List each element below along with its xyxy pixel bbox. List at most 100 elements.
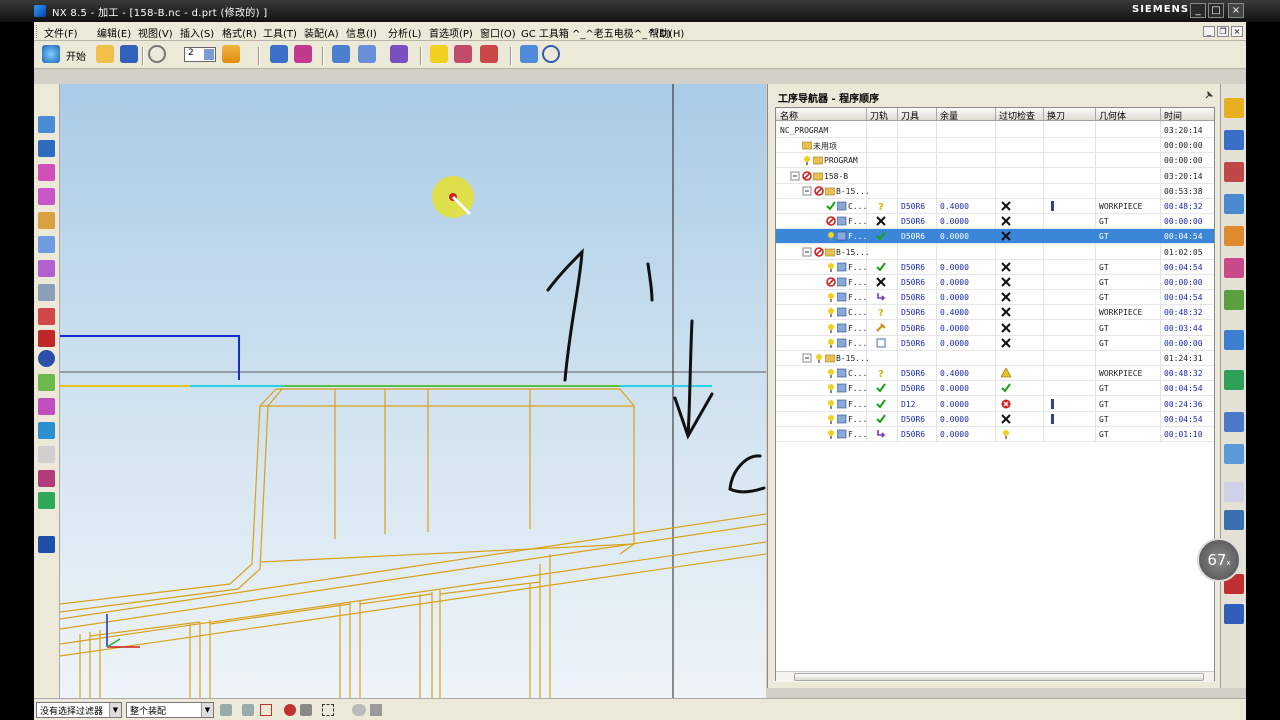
menu-edit[interactable]: 编辑(E) bbox=[97, 25, 131, 40]
column-header-geometry[interactable]: 几何体 bbox=[1099, 109, 1126, 122]
transform-icon[interactable] bbox=[38, 470, 55, 487]
measure-icon[interactable] bbox=[38, 284, 55, 301]
manufacturing-wizards-icon[interactable] bbox=[1224, 482, 1244, 502]
operation-row[interactable]: F... D50R6 0.0000 GT 00:04:54 bbox=[776, 260, 1214, 275]
program-group-row[interactable]: 158-B 03:20:14 bbox=[776, 169, 1214, 184]
open-button[interactable] bbox=[96, 45, 114, 65]
minimize-button[interactable]: _ bbox=[1190, 3, 1206, 18]
cube-icon[interactable] bbox=[38, 116, 55, 133]
operation-row[interactable]: F... D12 0.0000 GT 00:24:36 bbox=[776, 397, 1214, 412]
menu-window[interactable]: 窗口(O) bbox=[480, 25, 516, 40]
part-navigator-icon[interactable] bbox=[1224, 98, 1244, 118]
operation-row[interactable]: F... D50R6 0.0000 GT 00:04:54 bbox=[776, 381, 1214, 397]
layer-settings-button[interactable] bbox=[222, 45, 240, 65]
replay-button[interactable] bbox=[358, 45, 376, 65]
program-group-row[interactable]: PROGRAM 00:00:00 bbox=[776, 153, 1214, 169]
post-process-button[interactable] bbox=[430, 45, 448, 65]
menu-analysis[interactable]: 分析(L) bbox=[388, 25, 421, 40]
operation-navigator-icon[interactable] bbox=[1224, 194, 1244, 214]
history-icon[interactable] bbox=[1224, 370, 1244, 390]
process-studio-icon[interactable] bbox=[1224, 444, 1244, 464]
control-point-icon[interactable] bbox=[284, 704, 296, 716]
plane-icon[interactable] bbox=[38, 446, 55, 463]
operation-row[interactable]: F... D50R6 0.0000 GT 00:01:10 bbox=[776, 427, 1214, 442]
pin-icon[interactable] bbox=[1204, 90, 1214, 100]
wireframe-icon[interactable] bbox=[38, 188, 55, 205]
web-browser-icon[interactable] bbox=[1224, 330, 1244, 350]
assembly-navigator-icon[interactable] bbox=[1224, 130, 1244, 150]
menu-gc-toolbox[interactable]: GC 工具箱 bbox=[521, 25, 569, 40]
scrollbar-thumb[interactable] bbox=[794, 673, 1204, 681]
maximize-button[interactable]: □ bbox=[1208, 3, 1224, 18]
nc-icon[interactable] bbox=[38, 536, 55, 553]
shading-icon[interactable] bbox=[38, 164, 55, 181]
machine-tool-navigator-icon[interactable] bbox=[1224, 226, 1244, 246]
reuse-library-icon[interactable] bbox=[1224, 258, 1244, 278]
output-clsf-button[interactable] bbox=[480, 45, 498, 65]
menu-view[interactable]: 视图(V) bbox=[138, 25, 173, 40]
end-point-icon[interactable] bbox=[242, 704, 254, 716]
feature-navigator-button[interactable] bbox=[520, 45, 538, 65]
work-layer-select[interactable]: 2 bbox=[184, 47, 216, 62]
create-program-button[interactable] bbox=[270, 45, 288, 65]
constraint-navigator-icon[interactable] bbox=[1224, 162, 1244, 182]
program-group-row[interactable]: B-15... 00:53:38 bbox=[776, 184, 1214, 199]
view-triad-icon[interactable] bbox=[352, 704, 366, 716]
program-group-row[interactable]: NC_PROGRAM 03:20:14 bbox=[776, 123, 1214, 138]
menu-info[interactable]: 信息(I) bbox=[346, 25, 377, 40]
mdi-minimize-button[interactable]: _ bbox=[1203, 26, 1215, 37]
operation-row[interactable]: F... D50R6 0.0000 GT 00:03:44 bbox=[776, 321, 1214, 336]
operation-row[interactable]: F... D50R6 0.0000 GT 00:04:54 bbox=[776, 290, 1214, 306]
program-group-row[interactable]: B-15... 01:02:05 bbox=[776, 245, 1214, 260]
program-group-row[interactable]: 未用项 00:00:00 bbox=[776, 138, 1214, 154]
graphics-window[interactable] bbox=[60, 84, 766, 698]
operation-row[interactable]: F... D50R6 0.0000 GT 00:00:00 bbox=[776, 275, 1214, 290]
column-header-tool-change[interactable]: 换刀 bbox=[1047, 109, 1065, 122]
section-icon[interactable] bbox=[38, 330, 55, 347]
save-button[interactable] bbox=[120, 45, 138, 65]
curve-icon[interactable] bbox=[38, 374, 55, 391]
column-header-gouge-check[interactable]: 过切检查 bbox=[999, 109, 1035, 122]
column-header-time[interactable]: 时间 bbox=[1164, 109, 1182, 122]
snap-point-icon[interactable] bbox=[220, 704, 232, 716]
operation-row[interactable]: C...? D50R6 0.4000 WORKPIECE 00:48:32 bbox=[776, 305, 1214, 321]
shop-doc-button[interactable] bbox=[454, 45, 472, 65]
column-header-name[interactable]: 名称 bbox=[780, 109, 798, 122]
program-group-row[interactable]: B-15... 01:24:31 bbox=[776, 351, 1214, 366]
close-button[interactable]: × bbox=[1228, 3, 1244, 18]
cube-display-icon[interactable] bbox=[370, 704, 382, 716]
menu-help[interactable]: 帮助(H) bbox=[649, 25, 684, 40]
create-tool-button[interactable] bbox=[294, 45, 312, 65]
machine-icon[interactable] bbox=[38, 492, 55, 509]
generate-toolpath-button[interactable] bbox=[332, 45, 350, 65]
mid-point-icon[interactable] bbox=[260, 704, 272, 716]
start-button[interactable] bbox=[42, 45, 60, 65]
operation-row[interactable]: F... D50R6 0.0000 GT 00:00:00 bbox=[776, 214, 1214, 230]
trim-icon[interactable] bbox=[38, 398, 55, 415]
operation-row[interactable]: C...? D50R6 0.4000 WORKPIECE 00:48:32 bbox=[776, 366, 1214, 382]
surface-icon[interactable] bbox=[38, 260, 55, 277]
menu-file[interactable]: 文件(F) bbox=[44, 25, 78, 40]
verify-button[interactable] bbox=[390, 45, 408, 65]
extrude-icon[interactable] bbox=[38, 236, 55, 253]
operation-row[interactable]: F... D50R6 0.0000 GT 00:04:54 bbox=[776, 412, 1214, 427]
mdi-close-button[interactable]: × bbox=[1231, 26, 1243, 37]
mdi-restore-button[interactable]: ❐ bbox=[1217, 26, 1229, 37]
type-filter-select[interactable]: 没有选择过滤器 ▼ bbox=[36, 702, 122, 718]
menu-format[interactable]: 格式(R) bbox=[222, 25, 257, 40]
redo-button[interactable] bbox=[148, 45, 166, 65]
hd3d-tools-icon[interactable] bbox=[1224, 290, 1244, 310]
system-materials-icon[interactable] bbox=[1224, 412, 1244, 432]
operation-row[interactable]: F... D50R6 0.0000 GT 00:04:54 bbox=[776, 229, 1214, 245]
menu-tools[interactable]: 工具(T) bbox=[263, 25, 297, 40]
intersection-icon[interactable] bbox=[300, 704, 312, 716]
sketch-icon[interactable] bbox=[38, 212, 55, 229]
column-header-tool[interactable]: 刀具 bbox=[901, 109, 919, 122]
view-fit-button[interactable] bbox=[542, 45, 560, 65]
operation-row[interactable]: C...? D50R6 0.4000 WORKPIECE 00:48:32 bbox=[776, 199, 1214, 214]
analysis-icon[interactable] bbox=[38, 308, 55, 325]
mirror-icon[interactable] bbox=[38, 422, 55, 439]
navigator-horizontal-scrollbar[interactable] bbox=[776, 671, 1214, 682]
roles-icon[interactable] bbox=[1224, 510, 1244, 530]
palette-icon[interactable] bbox=[1224, 604, 1244, 624]
